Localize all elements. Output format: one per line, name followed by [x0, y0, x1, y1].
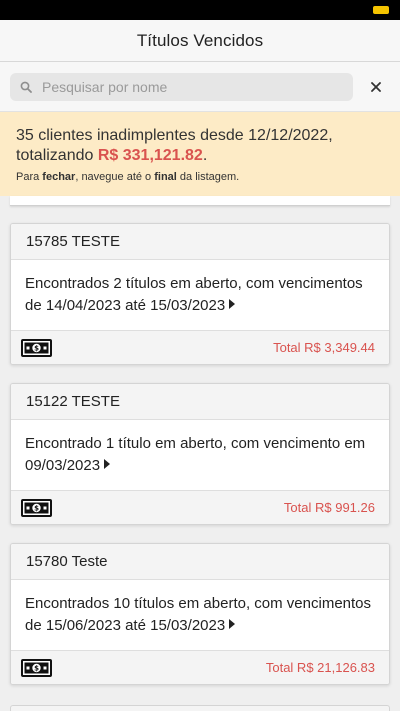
search-input[interactable] [42, 79, 332, 95]
card-description: Encontrados 2 títulos em aberto, com ven… [25, 275, 363, 314]
card-header: 15780 Teste [11, 544, 389, 580]
banner-hint-bold-final: final [154, 171, 177, 183]
card-total: Total R$ 3,349.44 [273, 340, 375, 355]
close-button[interactable] [368, 79, 384, 95]
card-footer: $ Total R$ 3,349.44 [11, 330, 389, 364]
caret-right-icon [229, 619, 236, 629]
banner-suffix: . [202, 147, 208, 164]
banner-summary-line2: totalizando R$ 331,121.82. [16, 146, 384, 166]
card-body[interactable]: Encontrados 2 títulos em aberto, com ven… [11, 260, 389, 330]
banner-hint: Para fechar, navegue até o final da list… [16, 171, 384, 183]
banner-hint-bold-fechar: fechar [42, 171, 76, 183]
search-field[interactable] [10, 73, 353, 101]
search-bar [0, 62, 400, 112]
card-description: Encontrado 1 título em aberto, com venci… [25, 435, 366, 474]
navigation-bar: Títulos Vencidos [0, 20, 400, 62]
svg-text:$: $ [34, 344, 39, 352]
card-header: 15785 TESTE [11, 224, 389, 260]
close-icon [371, 82, 381, 92]
money-icon: $ [21, 498, 52, 517]
caret-right-icon [229, 299, 236, 309]
card-body[interactable]: Encontrado 1 título em aberto, com venci… [11, 420, 389, 490]
card-title: 15122 TESTE [26, 393, 120, 410]
banner-hint-prefix: Para [16, 171, 43, 183]
svg-text:$: $ [34, 664, 39, 672]
search-icon [20, 81, 32, 93]
status-bar [0, 0, 400, 20]
card-footer: $ Total R$ 991.26 [11, 490, 389, 524]
card-total: Total R$ 991.26 [283, 500, 375, 515]
money-icon: $ [21, 658, 52, 677]
caret-right-icon [104, 459, 111, 469]
page-title: Títulos Vencidos [136, 30, 264, 50]
card-title: 15785 TESTE [26, 233, 120, 250]
banner-summary-line1: 35 clientes inadimplentes desde 12/12/20… [16, 127, 333, 144]
money-icon: $ [21, 338, 52, 357]
banner-hint-suffix: da listagem. [176, 171, 240, 183]
card-footer: $ Total R$ 21,126.83 [11, 650, 389, 684]
client-card[interactable]: 15785 TESTE Encontrados 2 títulos em abe… [10, 223, 390, 365]
next-card-edge [10, 705, 390, 711]
battery-icon [373, 6, 389, 14]
previous-card-edge [10, 196, 390, 206]
card-body[interactable]: Encontrados 10 títulos em aberto, com ve… [11, 580, 389, 650]
card-title: 15780 Teste [26, 553, 108, 570]
client-card[interactable]: 15122 TESTE Encontrado 1 título em abert… [10, 383, 390, 525]
summary-banner: 35 clientes inadimplentes desde 12/12/20… [0, 112, 400, 196]
banner-prefix: totalizando [16, 147, 98, 164]
card-header: 15122 TESTE [11, 384, 389, 420]
client-card[interactable]: 15780 Teste Encontrados 10 títulos em ab… [10, 543, 390, 685]
card-description: Encontrados 10 títulos em aberto, com ve… [25, 595, 372, 634]
svg-text:$: $ [34, 504, 39, 512]
banner-total-amount: R$ 331,121.82 [97, 147, 203, 164]
banner-hint-middle: , navegue até o [75, 171, 155, 183]
card-total: Total R$ 21,126.83 [265, 660, 375, 675]
